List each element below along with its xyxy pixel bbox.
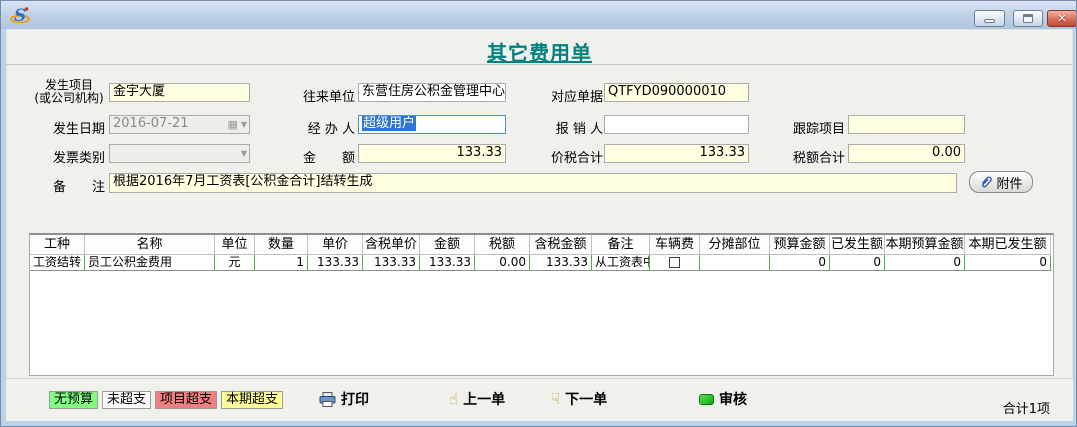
print-button-label: 打印: [341, 389, 369, 409]
tracking-label: 跟踪项目: [788, 118, 845, 137]
date-label: 发生日期: [31, 118, 105, 137]
table-header-cell: 已发生额: [830, 235, 885, 255]
minimize-button[interactable]: [974, 10, 1005, 27]
total-with-tax-field[interactable]: 133.33: [604, 144, 749, 163]
project-field[interactable]: 金宇大厦: [109, 83, 250, 102]
hand-up-icon: ☝: [449, 392, 458, 407]
doc-number-field[interactable]: QTFYD090000010: [604, 83, 749, 102]
table-header-cell: 金额: [420, 235, 475, 255]
table-empty-area: [30, 271, 1053, 375]
amount-label: 金 额: [298, 147, 355, 166]
chevron-down-icon[interactable]: ▼: [241, 121, 247, 129]
legend-item: 无预算: [49, 391, 98, 409]
maximize-button[interactable]: [1013, 10, 1043, 27]
handler-label: 经 办 人: [298, 118, 355, 137]
handler-field[interactable]: 超级用户: [358, 115, 506, 134]
tax-total-label: 税额合计: [788, 147, 845, 166]
table-header-cell: 本期已发生额: [965, 235, 1051, 255]
table-header-cell: 单价: [308, 235, 363, 255]
table-cell[interactable]: 0: [770, 255, 830, 271]
reimburser-field[interactable]: [604, 115, 749, 134]
total-with-tax-label: 价税合计: [546, 147, 603, 166]
table-cell[interactable]: 133.33: [530, 255, 592, 271]
tracking-field[interactable]: [848, 115, 965, 134]
legend-item: 本期超支: [221, 391, 283, 409]
invoice-type-label: 发票类别: [31, 147, 105, 166]
table-header-cell: 工种: [30, 235, 85, 255]
prev-doc-button[interactable]: ☝ 上一单: [449, 390, 505, 408]
table-header-cell: 单位: [215, 235, 255, 255]
total-count-label: 合计1项: [1003, 398, 1050, 417]
paperclip-icon: [979, 175, 992, 189]
audit-button-label: 审核: [719, 389, 747, 409]
table-cell[interactable]: 0: [830, 255, 885, 271]
table-header-cell: 含税单价: [363, 235, 420, 255]
form-header: 其它费用单: [6, 29, 1073, 65]
attachment-button-label: 附件: [996, 173, 1022, 192]
table-cell[interactable]: 工资结转: [30, 255, 85, 271]
table-cell[interactable]: 0.00: [475, 255, 530, 271]
table-row[interactable]: 工资结转员工公积金费用元1133.33133.33133.330.00133.3…: [30, 255, 1053, 271]
next-doc-button-label: 下一单: [565, 389, 607, 409]
table-header-cell: 分摊部位: [700, 235, 770, 255]
tax-total-field[interactable]: 0.00: [848, 144, 965, 163]
window: S ✕ 其它费用单 发生项目 (或公司机构) 金宇大厦 往来单位 东营住房公积金…: [0, 0, 1077, 427]
budget-legend: 无预算未超支项目超支本期超支: [49, 391, 287, 409]
table-header-cell: 预算金额: [770, 235, 830, 255]
table-header-cell: 含税金额: [530, 235, 592, 255]
page-title: 其它费用单: [487, 37, 592, 66]
expense-table: 工种名称单位数量单价含税单价金额税额含税金额备注车辆费分摊部位预算金额已发生额本…: [29, 233, 1054, 376]
app-logo-icon: S: [9, 4, 31, 26]
table-header-cell: 税额: [475, 235, 530, 255]
next-doc-button[interactable]: ☟ 下一单: [551, 390, 607, 408]
minimize-icon: [984, 19, 995, 23]
titlebar[interactable]: S ✕: [1, 1, 1076, 29]
selected-text: 超级用户: [362, 116, 416, 131]
date-field[interactable]: 2016-07-21 ▦ ▼: [109, 115, 250, 134]
legend-item: 未超支: [102, 391, 151, 409]
table-cell[interactable]: 0: [965, 255, 1051, 271]
svg-text:S: S: [14, 6, 26, 26]
table-cell[interactable]: 133.33: [420, 255, 475, 271]
hand-down-icon: ☟: [551, 392, 560, 407]
table-cell[interactable]: 1: [255, 255, 308, 271]
print-button[interactable]: 打印: [319, 390, 369, 408]
project-label: 发生项目 (或公司机构): [31, 79, 107, 105]
attachment-button[interactable]: 附件: [969, 171, 1033, 193]
chevron-down-icon[interactable]: ▼: [241, 150, 247, 158]
table-cell[interactable]: [650, 255, 700, 271]
table-cell[interactable]: 元: [215, 255, 255, 271]
table-cell[interactable]: 133.33: [308, 255, 363, 271]
table-header-cell: 备注: [592, 235, 650, 255]
remark-field[interactable]: 根据2016年7月工资表[公积金合计]结转生成: [109, 173, 957, 193]
remark-label: 备 注: [31, 176, 105, 195]
table-header-cell: 车辆费: [650, 235, 700, 255]
prev-doc-button-label: 上一单: [463, 389, 505, 409]
counterpart-field[interactable]: 东营住房公积金管理中心: [358, 83, 506, 102]
table-cell[interactable]: 133.33: [363, 255, 420, 271]
legend-item: 项目超支: [155, 391, 217, 409]
counterpart-label: 往来单位: [298, 86, 355, 105]
close-button[interactable]: ✕: [1047, 10, 1077, 27]
printer-icon: [319, 392, 336, 407]
invoice-type-combo[interactable]: ▼: [109, 144, 250, 163]
vehicle-fee-checkbox[interactable]: [669, 257, 680, 268]
reimburser-label: 报 销 人: [546, 118, 603, 137]
table-cell[interactable]: 0: [885, 255, 965, 271]
table-header-row: 工种名称单位数量单价含税单价金额税额含税金额备注车辆费分摊部位预算金额已发生额本…: [30, 235, 1053, 255]
close-icon: ✕: [1057, 13, 1066, 24]
amount-field[interactable]: 133.33: [358, 144, 506, 163]
doc-number-label: 对应单据: [546, 86, 603, 105]
table-header-cell: 本期预算金额: [885, 235, 965, 255]
table-cell[interactable]: [700, 255, 770, 271]
maximize-icon: [1023, 14, 1033, 23]
calendar-icon[interactable]: ▦: [227, 119, 237, 130]
audit-button[interactable]: 审核: [699, 390, 747, 408]
table-header-cell: 数量: [255, 235, 308, 255]
audit-status-icon: [699, 394, 714, 405]
table-cell[interactable]: 从工资表中: [592, 255, 650, 271]
table-cell[interactable]: 员工公积金费用: [85, 255, 215, 271]
table-header-cell: 名称: [85, 235, 215, 255]
